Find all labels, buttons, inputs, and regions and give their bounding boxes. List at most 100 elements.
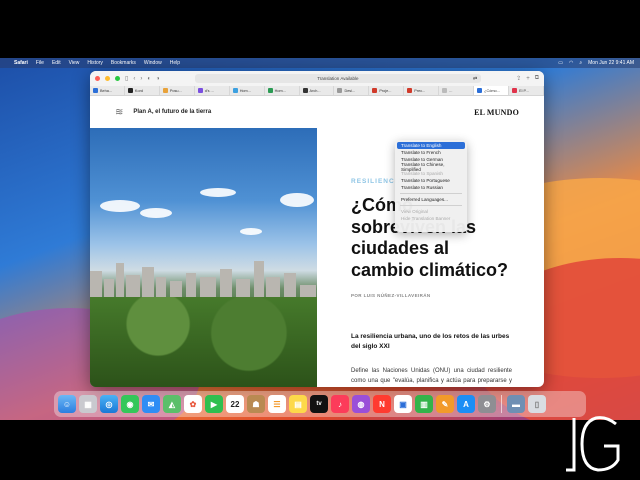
address-bar[interactable]: Translation Available ⇄ xyxy=(194,74,482,83)
photos-icon[interactable]: ✿ xyxy=(184,395,202,413)
tab-label: Posu... xyxy=(169,88,182,93)
minimize-button[interactable] xyxy=(105,76,110,81)
translate-menu: Translate to English Translate to French T… xyxy=(395,140,467,232)
search-icon[interactable]: ⌕ xyxy=(579,60,582,66)
translate-menu-item: Hide Translation Banner xyxy=(401,216,451,221)
tab-label: Hom... xyxy=(239,88,251,93)
reminders-icon[interactable]: ☰ xyxy=(268,395,286,413)
menu-window[interactable]: Window xyxy=(144,60,162,66)
downloads-icon[interactable]: ▬ xyxy=(507,395,525,413)
tab-label: Arch... xyxy=(309,88,321,93)
calendar-icon[interactable]: 22 xyxy=(226,395,244,413)
system-preferences-icon[interactable]: ⚙ xyxy=(478,395,496,413)
messages-icon[interactable]: ◉ xyxy=(121,395,139,413)
translate-menu-item: View Original xyxy=(401,209,428,214)
launchpad-icon[interactable]: ▦ xyxy=(79,395,97,413)
dock-separator xyxy=(501,395,502,413)
browser-tab[interactable]: Kord xyxy=(125,86,160,95)
tab-label: Desi... xyxy=(344,88,356,93)
news-icon[interactable]: N xyxy=(373,395,391,413)
menu-separator xyxy=(400,193,462,194)
browser-tab[interactable]: ¿Cómo... xyxy=(474,86,510,95)
share-icon[interactable]: ⇪ xyxy=(516,75,521,82)
browser-tab[interactable]: Posu... xyxy=(160,86,195,95)
browser-tab[interactable]: Desi... xyxy=(334,86,370,95)
favicon-icon xyxy=(267,88,273,93)
tab-overview-icon[interactable]: ⧉ xyxy=(535,75,539,82)
mail-icon[interactable]: ✉ xyxy=(142,395,160,413)
forward-icon[interactable]: › xyxy=(140,76,142,82)
safari-icon[interactable]: ◎ xyxy=(100,395,118,413)
pages-icon[interactable]: ✎ xyxy=(436,395,454,413)
dock: ☺ ▦ ◎ ◉ ✉ ◭ ✿ ▶ 22 ☗ ☰ ▤ tv ♪ ◍ N ▣ ▥ ✎ … xyxy=(54,391,586,417)
clock[interactable]: Mon Jun 22 9:41 AM xyxy=(588,60,634,66)
browser-tab[interactable]: Hom... xyxy=(230,86,265,95)
watermark-logo-icon xyxy=(566,416,620,472)
app-store-icon[interactable]: A xyxy=(457,395,475,413)
menu-help[interactable]: Help xyxy=(170,60,180,66)
menu-edit[interactable]: Edit xyxy=(52,60,61,66)
finder-icon[interactable]: ☺ xyxy=(58,395,76,413)
tab-label: d's ... xyxy=(204,88,214,93)
site-header: ≋ Plan A, el futuro de la tierra EL MUND… xyxy=(90,96,544,128)
body-text: Define las Naciones Unidas (ONU) una ciu… xyxy=(351,367,512,385)
tab-label: Proje... xyxy=(379,88,392,93)
translate-menu-item[interactable]: Preferred Languages... xyxy=(397,196,465,203)
contacts-icon[interactable]: ☗ xyxy=(247,395,265,413)
toolbar: ▯ ‹ › ◐ ◑ Translation Available ⇄ ⇪ + ⧉ xyxy=(90,71,544,86)
browser-tab[interactable]: ... xyxy=(439,86,475,95)
tab-label: Prec... xyxy=(414,88,426,93)
podcasts-icon[interactable]: ◍ xyxy=(352,395,370,413)
menu-file[interactable]: File xyxy=(36,60,44,66)
browser-tab[interactable]: Arch... xyxy=(300,86,335,95)
tv-icon[interactable]: tv xyxy=(310,395,328,413)
browser-tab[interactable]: Prec... xyxy=(404,86,440,95)
tab-bar: Beha... Kord Posu... d's ... Hom... Hom... Arc… xyxy=(90,86,544,96)
privacy-icon[interactable]: ◑ xyxy=(156,76,160,82)
trash-icon[interactable]: ▯ xyxy=(528,395,546,413)
translate-menu-item[interactable]: Translate to English xyxy=(397,142,465,149)
translate-menu-item[interactable]: Translate to Portuguese xyxy=(397,177,465,184)
new-tab-icon[interactable]: + xyxy=(526,76,530,82)
zoom-button[interactable] xyxy=(115,76,120,81)
menu-safari[interactable]: Safari xyxy=(14,60,28,66)
tab-label: Hom... xyxy=(274,88,286,93)
wave-logo-icon[interactable]: ≋ xyxy=(115,107,123,118)
address-text: Translation Available xyxy=(317,76,359,81)
favicon-icon xyxy=(127,88,133,93)
browser-tab[interactable]: d's ... xyxy=(195,86,230,95)
music-icon[interactable]: ♪ xyxy=(331,395,349,413)
back-icon[interactable]: ‹ xyxy=(133,76,135,82)
tab-label: Beha... xyxy=(100,88,113,93)
numbers-icon[interactable]: ▥ xyxy=(415,395,433,413)
close-button[interactable] xyxy=(95,76,100,81)
translate-menu-item[interactable]: Translate to Chinese, Simplified xyxy=(397,162,465,172)
browser-tab[interactable]: Proje... xyxy=(369,86,405,95)
favicon-icon xyxy=(477,88,483,93)
facetime-icon[interactable]: ▶ xyxy=(205,395,223,413)
article-content: RESILIENCIA URBANA ¿Cómo sobreviven las … xyxy=(90,128,544,387)
extension-icon[interactable]: ◐ xyxy=(147,76,151,82)
tab-label: Kord xyxy=(134,88,143,93)
control-center-icon[interactable]: ▭ xyxy=(558,60,563,66)
section-title[interactable]: Plan A, el futuro de la tierra xyxy=(133,109,211,115)
translate-menu-item[interactable]: Translate to Russian xyxy=(397,184,465,191)
maps-icon[interactable]: ◭ xyxy=(163,395,181,413)
browser-tab[interactable]: Hom... xyxy=(265,86,300,95)
browser-tab[interactable]: El P... xyxy=(509,86,544,95)
translate-menu-item[interactable]: Translate to French xyxy=(397,149,465,156)
browser-tab[interactable]: Beha... xyxy=(90,86,125,95)
menu-history[interactable]: History xyxy=(87,60,103,66)
translate-icon[interactable]: ⇄ xyxy=(473,76,477,82)
brand-logo[interactable]: EL MUNDO xyxy=(474,108,519,117)
favicon-icon xyxy=(337,88,343,93)
menu-bar: Safari File Edit View History Bookmarks … xyxy=(0,58,640,68)
notes-icon[interactable]: ▤ xyxy=(289,395,307,413)
favicon-icon xyxy=(512,88,518,93)
menu-view[interactable]: View xyxy=(69,60,80,66)
wifi-icon[interactable]: ◠ xyxy=(569,60,573,66)
menu-bookmarks[interactable]: Bookmarks xyxy=(111,60,136,66)
byline[interactable]: POR LUIS NÚÑEZ-VILLAVEIRÁN xyxy=(351,293,512,298)
keynote-icon[interactable]: ▣ xyxy=(394,395,412,413)
sidebar-icon[interactable]: ▯ xyxy=(125,75,128,82)
